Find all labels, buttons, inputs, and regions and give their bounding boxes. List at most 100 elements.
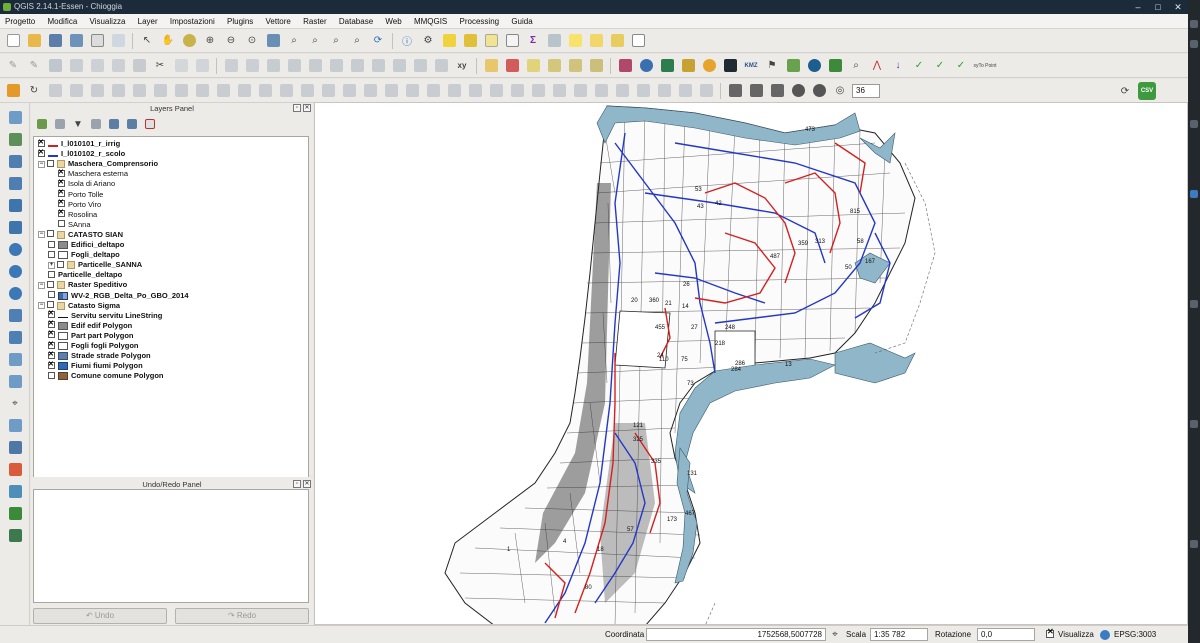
plugin-pen-icon[interactable] xyxy=(721,57,739,75)
layer-tree-item[interactable]: Isola di Ariano xyxy=(58,178,115,189)
crosshair-icon[interactable]: ⌖ xyxy=(6,394,24,412)
redo-button[interactable]: ↷ Redo xyxy=(175,608,309,624)
advdig-27-icon[interactable] xyxy=(592,82,610,100)
toggle-editing-icon[interactable]: ✎ xyxy=(25,57,43,75)
menu-processing[interactable]: Processing xyxy=(455,14,505,29)
filter-legend-icon[interactable]: ▼ xyxy=(71,117,85,131)
undo-history-list[interactable] xyxy=(33,489,309,603)
new-spatialite-layer-icon[interactable] xyxy=(6,372,24,390)
save-edits-icon[interactable] xyxy=(46,57,64,75)
add-vector-layer-icon[interactable] xyxy=(6,108,24,126)
menu-vettore[interactable]: Vettore xyxy=(261,14,296,29)
show-bookmarks-icon[interactable] xyxy=(608,32,626,50)
add-raster-layer-icon[interactable] xyxy=(6,130,24,148)
paste-features-icon[interactable] xyxy=(193,57,211,75)
add-ring-icon[interactable] xyxy=(285,57,303,75)
open-layer-styling-icon[interactable] xyxy=(35,117,49,131)
advdig-11-icon[interactable] xyxy=(256,82,274,100)
collapse-group-icon[interactable]: − xyxy=(38,231,45,239)
menu-guida[interactable]: Guida xyxy=(506,14,537,29)
circle-tool-3-icon[interactable] xyxy=(768,82,786,100)
new-project-icon[interactable] xyxy=(4,32,22,50)
remove-layer-icon[interactable] xyxy=(143,117,157,131)
add-feature-icon[interactable] xyxy=(67,57,85,75)
collapse-group-icon[interactable]: − xyxy=(38,302,45,310)
kmz-export-icon[interactable]: KMZ xyxy=(742,57,760,75)
advdig-9-icon[interactable] xyxy=(214,82,232,100)
advdig-19-icon[interactable] xyxy=(424,82,442,100)
maximize-icon[interactable]: □ xyxy=(1148,0,1168,14)
layer-visibility-checkbox[interactable] xyxy=(58,208,65,218)
layer-visibility-checkbox[interactable] xyxy=(48,319,55,329)
undo-button[interactable]: ↶ Undo xyxy=(33,608,167,624)
render-checkbox[interactable]: ✕ xyxy=(1046,627,1054,638)
zoom-in-icon[interactable]: ⊕ xyxy=(201,32,219,50)
add-virtual-layer-icon[interactable] xyxy=(6,328,24,346)
rotate-label-icon[interactable] xyxy=(566,57,584,75)
refresh-icon[interactable]: ⟳ xyxy=(369,32,387,50)
layer-visibility-checkbox[interactable] xyxy=(48,240,55,248)
plugin-tree-icon[interactable] xyxy=(826,57,844,75)
float-panel-icon[interactable]: ▫ xyxy=(293,104,301,112)
layer-tree-item[interactable]: Comune comune Polygon xyxy=(48,371,164,381)
plugin-earth-icon[interactable] xyxy=(805,57,823,75)
map-canvas[interactable]: 473 42 53 43 815 313 359 58 167 487 50 20 360 21 26 14 4… xyxy=(314,102,1188,625)
layer-visibility-checkbox[interactable] xyxy=(58,188,65,198)
advdig-23-icon[interactable] xyxy=(508,82,526,100)
layer-visibility-checkbox[interactable] xyxy=(48,250,55,258)
collapse-group-icon[interactable]: − xyxy=(38,281,45,289)
fill-ring-icon[interactable] xyxy=(327,57,345,75)
segments-spinbox[interactable]: 36 xyxy=(852,83,880,98)
print-composer-icon[interactable] xyxy=(88,32,106,50)
advdig-21-icon[interactable] xyxy=(466,82,484,100)
circle-tool-4-icon[interactable] xyxy=(789,82,807,100)
advdig-17-icon[interactable] xyxy=(382,82,400,100)
collapse-group-icon[interactable]: − xyxy=(38,160,45,168)
layer-tree-item[interactable]: WV-2_RGB_Delta_Po_GBO_2014 xyxy=(48,291,189,301)
layer-visibility-checkbox[interactable] xyxy=(48,360,55,370)
csv-export-icon[interactable]: CSV xyxy=(1138,82,1156,100)
action-icon[interactable]: ⚙ xyxy=(419,32,437,50)
advdig-6-icon[interactable] xyxy=(151,82,169,100)
advdig-8-icon[interactable] xyxy=(193,82,211,100)
label-tool-icon[interactable] xyxy=(482,57,500,75)
menu-visualizza[interactable]: Visualizza xyxy=(85,14,131,29)
select-pan-icon[interactable]: ↖ xyxy=(138,32,156,50)
menu-layer[interactable]: Layer xyxy=(133,14,163,29)
layer-visibility-checkbox[interactable] xyxy=(48,270,55,278)
delete-part-icon[interactable] xyxy=(369,57,387,75)
menu-database[interactable]: Database xyxy=(334,14,378,29)
advdig-3-icon[interactable] xyxy=(88,82,106,100)
extents-toggle-icon[interactable]: ⌖ xyxy=(828,627,842,641)
change-label-icon[interactable] xyxy=(587,57,605,75)
move-label-icon[interactable] xyxy=(545,57,563,75)
save-project-icon[interactable] xyxy=(46,32,64,50)
circle-tool-1-icon[interactable] xyxy=(726,82,744,100)
filter-by-expression-icon[interactable] xyxy=(89,117,103,131)
add-wfs-icon[interactable] xyxy=(6,284,24,302)
menu-modifica[interactable]: Modifica xyxy=(42,14,82,29)
dem-icon[interactable] xyxy=(679,57,697,75)
advdig-24-icon[interactable] xyxy=(529,82,547,100)
layer-tree-item[interactable]: SAnna xyxy=(58,220,91,230)
layer-visibility-checkbox[interactable] xyxy=(47,159,54,167)
layer-tree-item[interactable]: Porto Viro xyxy=(58,198,101,210)
plugin-map-icon[interactable] xyxy=(6,482,24,500)
layer-tree-item[interactable]: Strade strade Polygon xyxy=(48,350,151,361)
add-wms-icon[interactable] xyxy=(6,240,24,258)
layer-style-icon[interactable] xyxy=(4,82,22,100)
menu-mmqgis[interactable]: MMQGIS xyxy=(409,14,452,29)
add-db2-icon[interactable] xyxy=(6,218,24,236)
advdig-10-icon[interactable] xyxy=(235,82,253,100)
advdig-22-icon[interactable] xyxy=(487,82,505,100)
layer-visibility-checkbox[interactable] xyxy=(47,301,54,309)
add-delimited-text-icon[interactable] xyxy=(6,306,24,324)
plugin-layers-icon[interactable] xyxy=(6,526,24,544)
add-mssql-icon[interactable] xyxy=(6,174,24,192)
show-labels-icon[interactable] xyxy=(524,57,542,75)
rotate-feature-icon[interactable]: ↻ xyxy=(25,82,43,100)
style-manager-icon[interactable] xyxy=(6,460,24,478)
layer-tree-item[interactable]: Edif edif Polygon xyxy=(48,319,132,331)
advdig-18-icon[interactable] xyxy=(403,82,421,100)
layer-visibility-checkbox[interactable] xyxy=(57,260,64,268)
